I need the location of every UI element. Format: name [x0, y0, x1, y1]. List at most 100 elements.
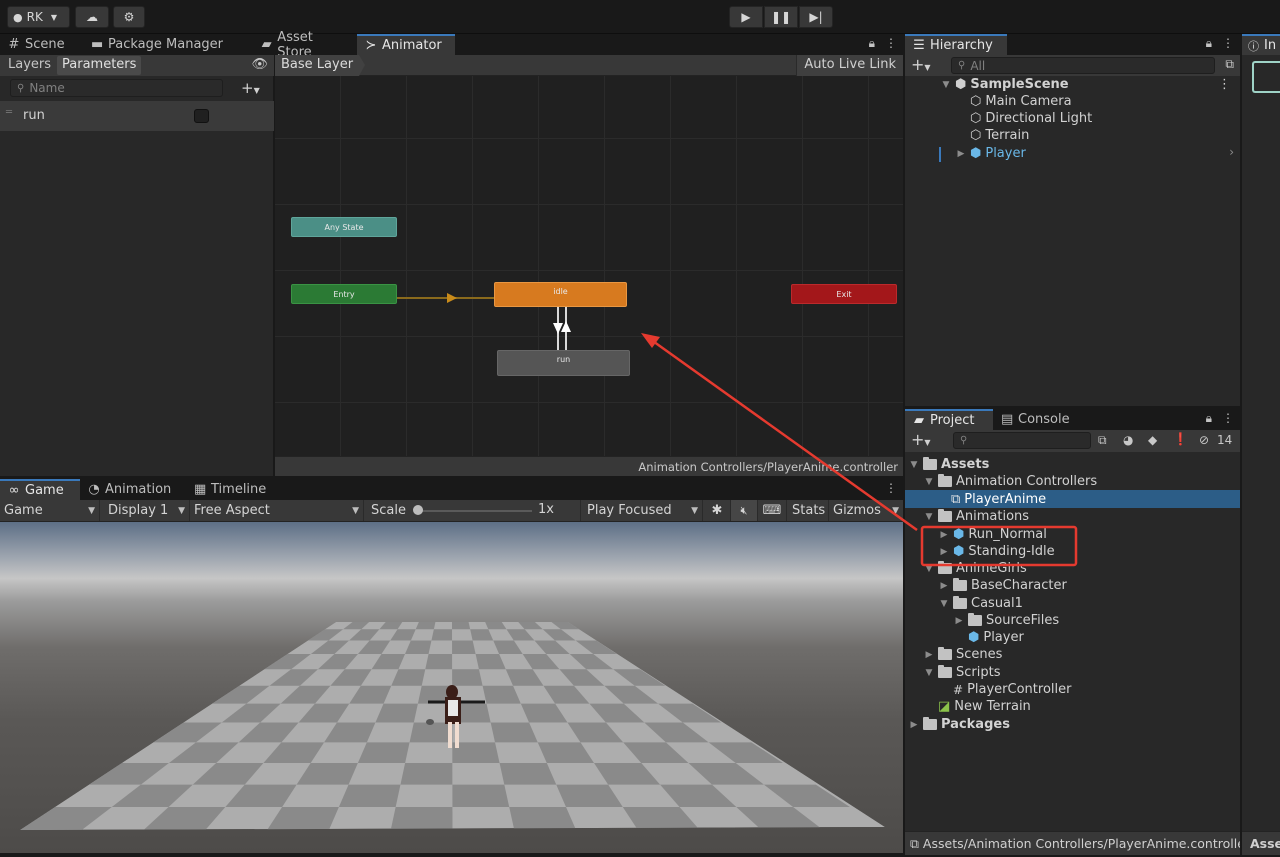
parameter-search-input[interactable]: ⚲ Name: [10, 79, 223, 97]
type-filter-icon[interactable]: ◕: [1123, 433, 1133, 447]
expand-arrow-icon[interactable]: ▶: [924, 650, 934, 660]
parameter-row[interactable]: ═ run: [0, 101, 274, 131]
tab-project[interactable]: ▰ Project: [905, 409, 993, 430]
animator-graph-canvas[interactable]: Any State Entry idle run Exit: [275, 76, 903, 456]
project-tree-row[interactable]: # PlayerController: [953, 681, 1071, 698]
lock-icon[interactable]: 🔒︎: [1206, 36, 1212, 51]
label-filter-icon[interactable]: ◆: [1148, 433, 1157, 447]
expand-arrow-icon[interactable]: ▶: [956, 149, 966, 159]
floor-tile: [390, 806, 453, 830]
project-tree-row[interactable]: ▶ Scenes: [924, 646, 1002, 663]
collab-button[interactable]: ⚙: [113, 6, 145, 28]
auto-live-link-button[interactable]: Auto Live Link: [796, 55, 903, 76]
lock-icon[interactable]: 🔒︎: [1206, 411, 1212, 426]
hierarchy-search-input[interactable]: ⚲ All: [951, 57, 1215, 74]
scale-slider-track[interactable]: [417, 510, 532, 512]
mute-audio-button[interactable]: 🔇︎: [731, 500, 758, 521]
tab-asset-store[interactable]: ▰ Asset Store: [253, 30, 357, 60]
scale-control[interactable]: Scale 1x: [367, 500, 581, 521]
cloud-button[interactable]: ☁: [75, 6, 109, 28]
expand-arrow-icon[interactable]: ▼: [924, 564, 934, 574]
expand-arrow-icon[interactable]: ▼: [941, 80, 951, 90]
project-tree-row[interactable]: ▶ ⬢ Run_Normal: [939, 526, 1047, 543]
tab-label: In: [1264, 38, 1277, 53]
more-menu-icon[interactable]: ⋮: [885, 36, 897, 51]
eye-icon[interactable]: 👁︎: [251, 57, 268, 72]
tab-scene[interactable]: # Scene: [0, 34, 83, 55]
expand-arrow-icon[interactable]: ▼: [924, 477, 934, 487]
keyboard-button[interactable]: ⌨: [758, 500, 787, 521]
lock-icon[interactable]: 🔒︎: [869, 36, 875, 51]
expand-arrow-icon[interactable]: ▶: [909, 720, 919, 730]
account-button[interactable]: ● RK ▼: [7, 6, 70, 28]
tab-package-manager[interactable]: ▬ Package Manager: [83, 34, 253, 55]
gizmos-dropdown[interactable]: Gizmos ▼: [829, 500, 903, 521]
project-tree-row[interactable]: ▶ Packages: [909, 716, 1010, 733]
tree-label: Standing-Idle: [968, 544, 1055, 559]
expand-arrow-icon[interactable]: ▶: [939, 581, 949, 591]
tab-animation[interactable]: ◔ Animation: [80, 479, 186, 500]
project-tree-row[interactable]: ▶ ⬢ Standing-Idle: [939, 543, 1055, 560]
tab-animator[interactable]: ≻ Animator: [357, 34, 455, 55]
search-scope-icon[interactable]: ⧉: [1098, 433, 1107, 448]
tab-game[interactable]: ∞ Game: [0, 479, 80, 500]
step-button[interactable]: ▶|: [799, 6, 833, 28]
scale-slider-thumb[interactable]: [413, 505, 423, 515]
project-tree-row[interactable]: ▼ Assets: [909, 456, 989, 473]
more-menu-icon[interactable]: ⋮: [1222, 411, 1234, 426]
pause-button[interactable]: ❚❚: [764, 6, 798, 28]
project-tree-row[interactable]: ▼ Animations: [924, 508, 1029, 525]
play-focused-dropdown[interactable]: Play Focused ▼: [583, 500, 703, 521]
bug-button[interactable]: ✱: [704, 500, 731, 521]
scene-filter-icon[interactable]: ⧉: [1225, 57, 1234, 72]
hierarchy-item[interactable]: ⬡ Terrain: [970, 127, 1029, 144]
project-tree-row[interactable]: ◪ New Terrain: [938, 698, 1031, 715]
tab-hierarchy[interactable]: ☰ Hierarchy: [905, 34, 1007, 55]
more-menu-icon[interactable]: ⋮: [1218, 77, 1231, 92]
game-viewport[interactable]: [0, 522, 903, 853]
create-button[interactable]: +▼: [911, 430, 931, 449]
tree-label: Casual1: [971, 596, 1023, 611]
breadcrumb[interactable]: Base Layer: [275, 55, 365, 76]
expand-arrow-icon[interactable]: ▶: [954, 616, 964, 626]
chevron-right-icon[interactable]: ›: [1229, 145, 1234, 159]
more-menu-icon[interactable]: ⋮: [1222, 36, 1234, 51]
more-menu-icon[interactable]: ⋮: [885, 481, 897, 495]
tab-parameters[interactable]: Parameters: [57, 56, 142, 75]
expand-arrow-icon[interactable]: ▼: [924, 512, 934, 522]
project-tree-row[interactable]: ▼ Animation Controllers: [924, 473, 1097, 490]
project-tree-row[interactable]: ▼ Scripts: [924, 664, 1000, 681]
expand-arrow-icon[interactable]: ▶: [939, 530, 949, 540]
expand-arrow-icon[interactable]: ▼: [939, 599, 949, 609]
tab-console[interactable]: ▤ Console: [993, 409, 1083, 430]
tab-inspector[interactable]: ⓘ In: [1242, 34, 1280, 55]
project-tree-row[interactable]: ▼ Casual1: [939, 595, 1023, 612]
project-search-input[interactable]: ⚲: [953, 432, 1091, 449]
game-mode-dropdown[interactable]: Game ▼: [0, 500, 100, 521]
hierarchy-item[interactable]: ⬡ Main Camera: [970, 93, 1072, 110]
project-tree-row[interactable]: ▼ AnimeGirls: [924, 560, 1027, 577]
project-tree-row[interactable]: ▶ BaseCharacter: [939, 577, 1067, 594]
hierarchy-scene-row[interactable]: ▼ ⬢ SampleScene: [941, 76, 1069, 93]
play-button[interactable]: ▶: [729, 6, 763, 28]
tab-layers[interactable]: Layers: [4, 57, 55, 74]
hierarchy-item-player[interactable]: ▶ ⬢ Player: [956, 145, 1026, 162]
parameter-bool-checkbox[interactable]: [194, 109, 209, 123]
project-tree-row-selected[interactable]: ⧉ PlayerAnime: [951, 491, 1046, 508]
expand-arrow-icon[interactable]: ▼: [924, 668, 934, 678]
project-tree-row[interactable]: ⬢ Player: [968, 629, 1024, 646]
display-dropdown[interactable]: Display 1 ▼: [104, 500, 190, 521]
expand-arrow-icon[interactable]: ▼: [909, 460, 919, 470]
hierarchy-item[interactable]: ⬡ Directional Light: [970, 110, 1092, 127]
hidden-packages-icon[interactable]: ⊘: [1199, 433, 1209, 447]
tab-timeline[interactable]: ▦ Timeline: [186, 479, 284, 500]
project-tree-row[interactable]: ▶ SourceFiles: [954, 612, 1059, 629]
create-button[interactable]: +▼: [911, 55, 931, 74]
parameter-name[interactable]: run: [23, 108, 45, 123]
add-parameter-button[interactable]: +▼: [241, 79, 260, 97]
stats-button[interactable]: Stats: [788, 500, 829, 521]
aspect-dropdown[interactable]: Free Aspect ▼: [190, 500, 364, 521]
expand-arrow-icon[interactable]: ▶: [939, 547, 949, 557]
warning-filter-icon[interactable]: ❗: [1173, 432, 1188, 446]
drag-handle-icon[interactable]: ═: [6, 107, 12, 118]
